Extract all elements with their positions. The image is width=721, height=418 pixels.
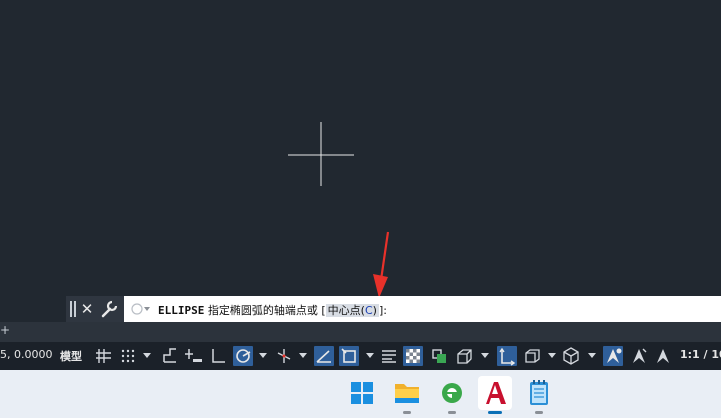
wrench-icon[interactable]: [100, 300, 118, 318]
status-bar: 5, 0.0000 模型 1:1 / 1: [0, 342, 721, 370]
infer-constraints-icon[interactable]: [160, 346, 180, 366]
taskbar: [0, 370, 721, 418]
isodraft-dropdown-icon[interactable]: [299, 353, 307, 358]
3d-object-snap-icon[interactable]: [454, 346, 474, 366]
model-space-button[interactable]: 模型: [60, 348, 82, 364]
active-indicator: [488, 411, 502, 414]
crosshair-cursor: [288, 122, 354, 186]
running-indicator: [535, 411, 543, 414]
polar-tracking-icon[interactable]: [233, 346, 253, 366]
transparency-icon[interactable]: [403, 346, 423, 366]
auto-scale-icon[interactable]: [629, 346, 649, 366]
dynamic-ucs-icon[interactable]: [497, 346, 517, 366]
object-snap-icon[interactable]: [339, 346, 359, 366]
annotation-scale-icon[interactable]: [653, 346, 673, 366]
option-center-point[interactable]: 中心点(C): [325, 304, 379, 317]
snap-mode-icon[interactable]: [118, 346, 138, 366]
isodraft-icon[interactable]: [274, 346, 294, 366]
annotation-arrow: [373, 231, 390, 298]
autocad-button[interactable]: [478, 376, 512, 414]
running-indicator: [403, 411, 411, 414]
add-layout-icon[interactable]: +: [0, 323, 10, 339]
prompt-text: 指定椭圆弧的轴端点或 [: [204, 304, 326, 317]
coordinates-readout: 5, 0.0000: [0, 348, 53, 361]
annotation-scale[interactable]: 1:1 / 100: [680, 348, 721, 361]
object-snap-tracking-icon[interactable]: [314, 346, 334, 366]
selection-cycling-icon[interactable]: [429, 346, 449, 366]
annotation-visibility-icon[interactable]: [603, 346, 623, 366]
start-menu-button[interactable]: [345, 376, 379, 410]
object-snap-dropdown-icon[interactable]: [366, 353, 374, 358]
running-indicator: [448, 411, 456, 414]
lineweight-icon[interactable]: [379, 346, 399, 366]
grid-icon[interactable]: [93, 346, 113, 366]
selection-filter-icon[interactable]: [522, 346, 542, 366]
dynamic-input-icon[interactable]: [184, 346, 204, 366]
polar-dropdown-icon[interactable]: [259, 353, 267, 358]
command-name: ELLIPSE: [158, 304, 205, 317]
command-prompt: ELLIPSE 指定椭圆弧的轴端点或 [中心点(C)]:: [158, 302, 387, 318]
prompt-end: ]:: [378, 304, 387, 317]
gizmo-dropdown-icon[interactable]: [588, 353, 596, 358]
folder-icon: [395, 384, 419, 403]
notepad-icon: [530, 380, 548, 405]
notepad-button[interactable]: [522, 376, 556, 414]
gizmo-icon[interactable]: [561, 346, 581, 366]
autocad-logo-icon: [486, 382, 506, 404]
snap-dropdown-icon[interactable]: [143, 353, 151, 358]
windows-logo-icon: [351, 382, 373, 404]
3d-snap-dropdown-icon[interactable]: [481, 353, 489, 358]
browser-e-icon: [442, 383, 462, 403]
filter-dropdown-icon[interactable]: [548, 353, 556, 358]
drawing-canvas[interactable]: [0, 0, 721, 322]
file-explorer-button[interactable]: [390, 376, 424, 414]
browser-button[interactable]: [435, 376, 469, 414]
command-line: ✕ ELLIPSE 指定椭圆弧的轴端点或 [中心点(C)]:: [0, 296, 721, 322]
ortho-mode-icon[interactable]: [208, 346, 228, 366]
command-input[interactable]: ELLIPSE 指定椭圆弧的轴端点或 [中心点(C)]:: [124, 296, 721, 322]
command-history-icon[interactable]: [130, 301, 152, 317]
grip-handle-icon[interactable]: [70, 301, 76, 317]
close-icon[interactable]: ✕: [79, 299, 95, 319]
layout-tabs: +: [0, 322, 721, 342]
